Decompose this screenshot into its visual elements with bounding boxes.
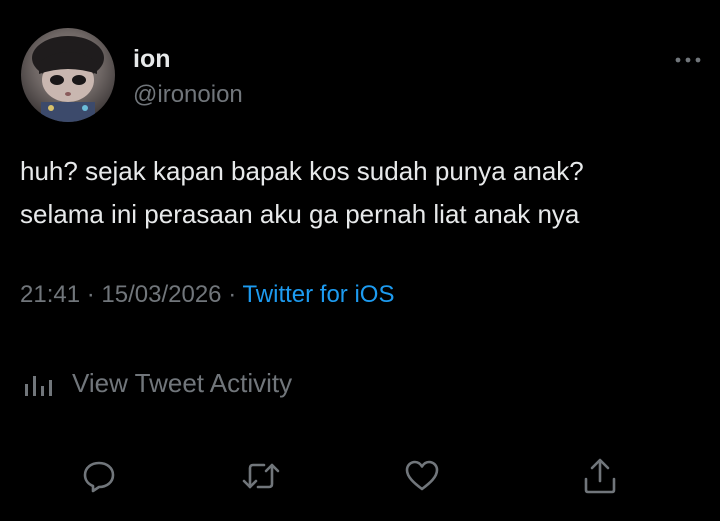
tweet-source-link[interactable]: Twitter for iOS (242, 281, 394, 308)
more-dots-icon (675, 57, 701, 63)
meta-separator: · (86, 281, 95, 308)
avatar-image (32, 36, 104, 122)
avatar[interactable] (21, 28, 115, 122)
author-handle[interactable]: @ironoion (133, 80, 243, 110)
like-button[interactable] (402, 456, 442, 496)
view-tweet-activity-label: View Tweet Activity (72, 368, 293, 398)
share-icon (584, 458, 616, 494)
meta-separator: · (228, 281, 237, 308)
heart-icon (405, 460, 439, 491)
reply-button[interactable] (79, 456, 119, 496)
tweet-text: huh? sejak kapan bapak kos sudah punya a… (20, 156, 584, 229)
reply-icon (83, 461, 115, 493)
tweet-metadata: 21:41 · 15/03/2026 · Twitter for iOS (20, 280, 394, 310)
tweet-time[interactable]: 21:41 (20, 281, 80, 308)
view-tweet-activity-button[interactable]: View Tweet Activity (22, 366, 292, 400)
author-display-name[interactable]: ion (133, 44, 171, 74)
tweet-date[interactable]: 15/03/2026 (101, 281, 221, 308)
analytics-icon (25, 376, 52, 396)
retweet-icon (242, 463, 280, 489)
retweet-button[interactable] (241, 456, 281, 496)
share-button[interactable] (580, 456, 620, 496)
more-options-button[interactable] (672, 52, 704, 68)
